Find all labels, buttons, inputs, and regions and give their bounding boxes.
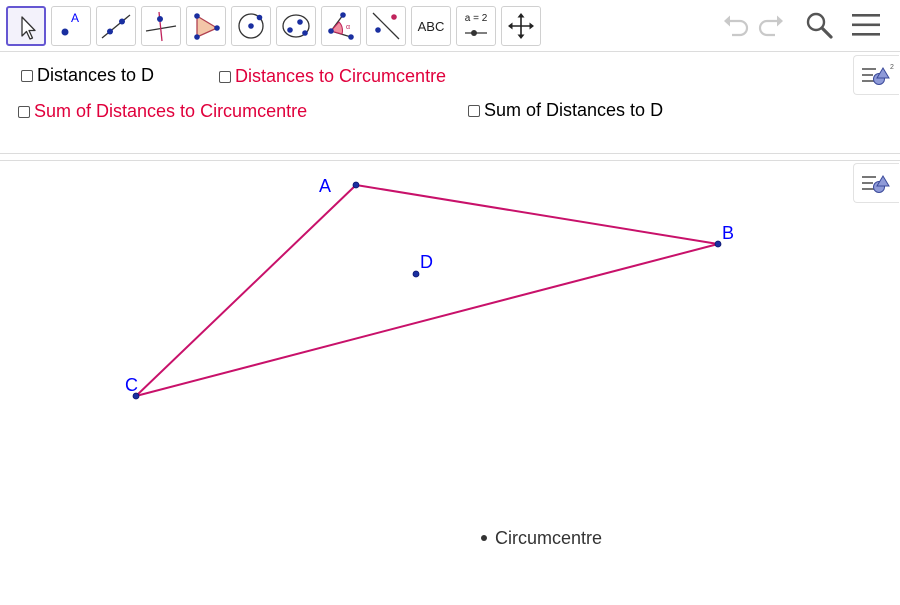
point-tool-letter: A [71,11,80,25]
svg-text:2: 2 [890,64,894,71]
checkbox-label: Sum of Distances to Circumcentre [34,101,308,121]
point-a[interactable] [352,181,360,189]
svg-text:α: α [346,24,350,31]
reflect-tool-button[interactable] [366,6,406,46]
circle-tool-button[interactable] [231,6,271,46]
toolbar: A α ABC a = 2 [0,0,900,52]
checkbox-sum-of-distances-to-circumcentre[interactable]: Sum of Distances to Circumcentre [18,101,307,122]
conic-tool-button[interactable] [276,6,316,46]
algebra-panel: Distances to D Distances to Circumcentre… [0,53,900,153]
perpendicular-line-tool-button[interactable] [141,6,181,46]
point-a-label: A [319,176,331,196]
segment-ca[interactable] [135,184,357,397]
polygon-icon [194,13,220,40]
point-d-label: D [420,252,433,272]
point-c-label: C [125,375,138,395]
move-graphics-view-icon [508,13,534,39]
redo-icon[interactable] [757,10,787,40]
checkbox-box[interactable] [21,69,33,82]
move-tool-button[interactable] [6,6,46,46]
style-bar-icon: 2 [862,64,894,85]
checkbox-label: Distances to D [37,65,155,85]
point-b[interactable] [714,240,722,248]
checkbox-label: Distances to Circumcentre [235,66,447,86]
conic-icon [282,14,310,38]
reflect-icon [372,12,400,40]
slider-icon [465,30,487,36]
line-icon [101,14,131,39]
circumcentre-label: Circumcentre [495,528,602,548]
point-b-label: B [722,223,734,243]
point-tool-button[interactable]: A [51,6,91,46]
panel-divider[interactable] [0,153,900,161]
graphics-style-bar-button[interactable] [853,163,899,203]
move-icon [21,16,36,40]
text-icon: ABC [417,18,445,34]
style-bar-icon [862,175,890,193]
checkbox-distances-to-d[interactable]: Distances to D [21,65,154,86]
checkbox-box[interactable] [468,104,480,117]
undo-icon[interactable] [720,10,750,40]
circle-icon [238,13,264,39]
slider-tool-button[interactable]: a = 2 [456,6,496,46]
checkbox-box[interactable] [18,105,30,118]
graphics-view[interactable]: A B C D Circumcentre [0,161,900,600]
checkbox-distances-to-circumcentre[interactable]: Distances to Circumcentre [219,66,446,87]
algebra-style-bar-button[interactable]: 2 [853,55,899,95]
checkbox-sum-of-distances-to-d[interactable]: Sum of Distances to D [468,100,663,121]
graphics-canvas[interactable]: A B C D Circumcentre [0,161,900,600]
angle-tool-button[interactable]: α [321,6,361,46]
checkbox-box[interactable] [219,70,231,83]
move-graphics-view-tool-button[interactable] [501,6,541,46]
perpendicular-line-icon [145,11,177,42]
text-tool-button[interactable]: ABC [411,6,451,46]
checkbox-label: Sum of Distances to D [484,100,664,120]
line-tool-button[interactable] [96,6,136,46]
segment-ab[interactable] [355,184,719,245]
search-icon[interactable] [803,9,835,41]
point-circumcentre[interactable] [481,535,487,541]
menu-icon[interactable] [851,10,881,40]
point-d[interactable] [412,270,420,278]
angle-icon: α [328,12,354,40]
polygon-tool-button[interactable] [186,6,226,46]
